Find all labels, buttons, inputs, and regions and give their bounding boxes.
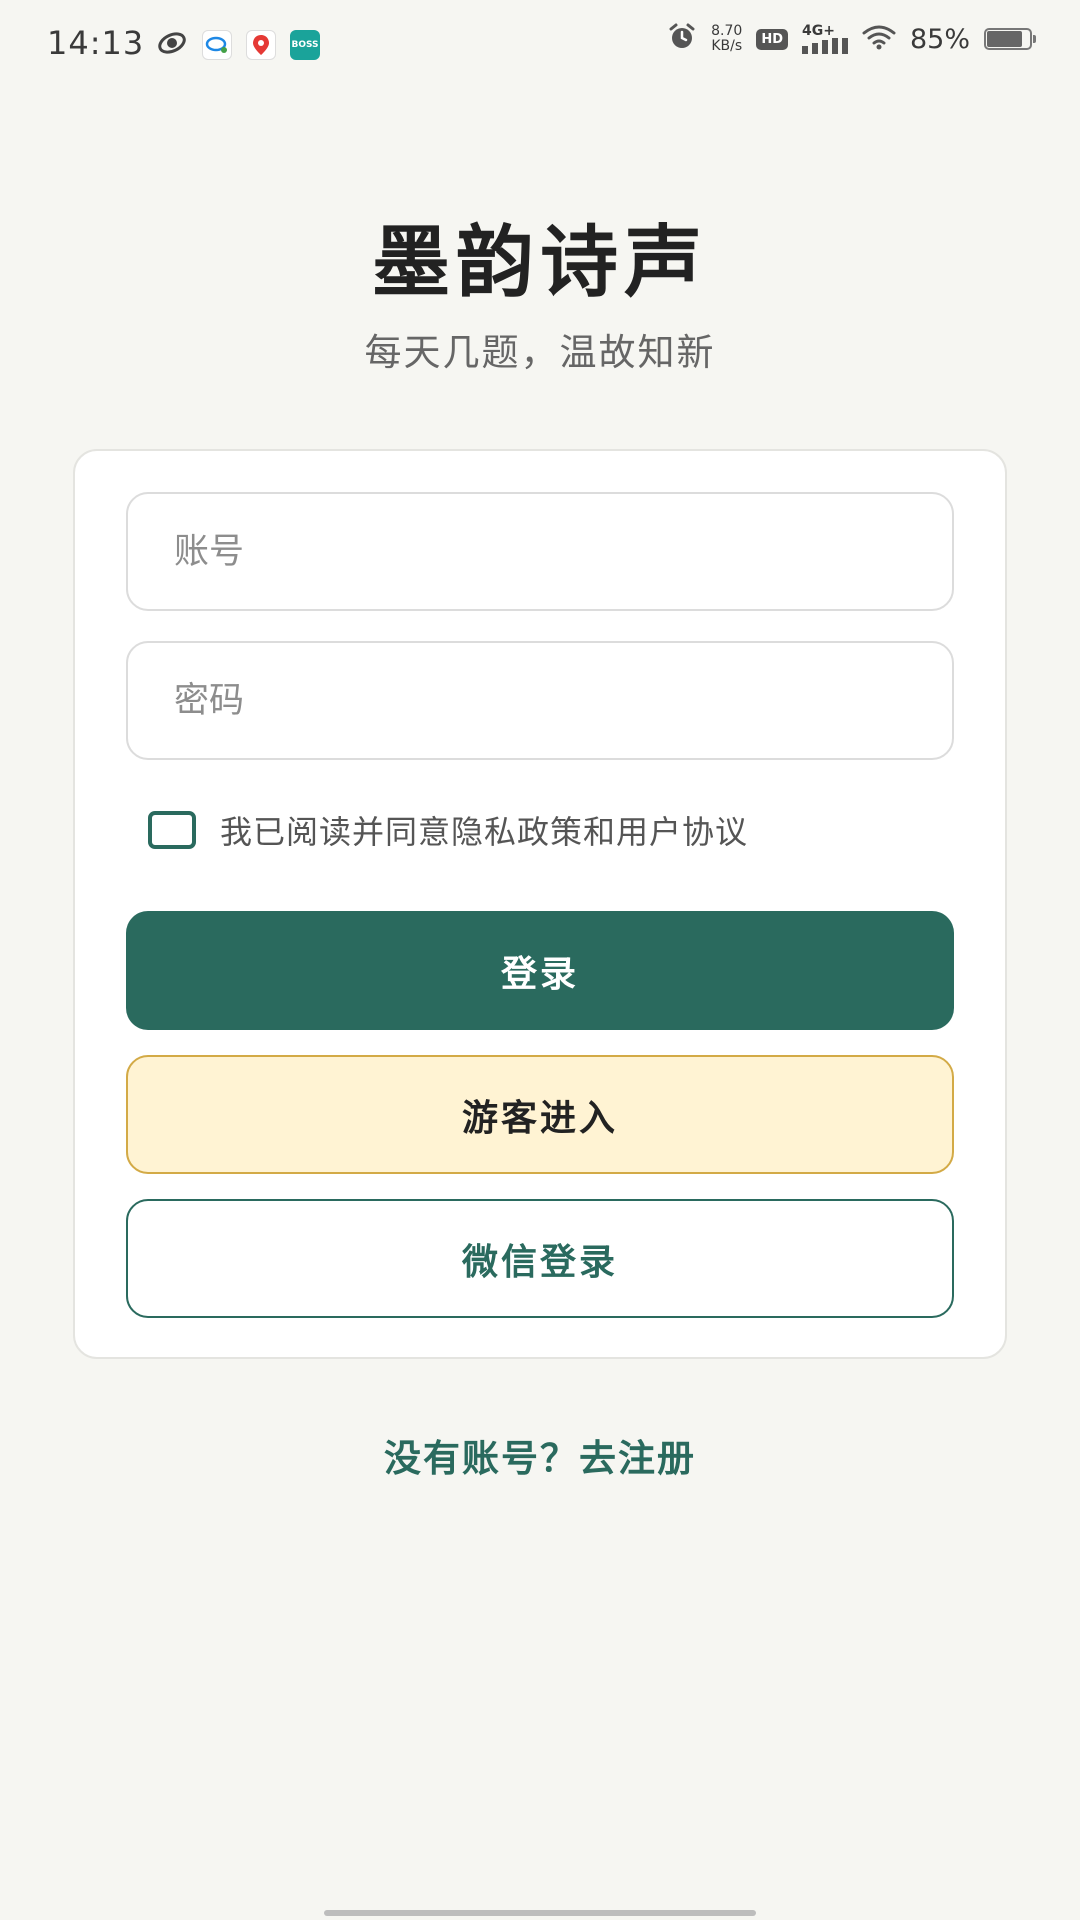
boss-app-icon: BOSS	[290, 30, 320, 60]
guest-button-label: 游客进入	[461, 1097, 618, 1139]
notification-icons: BOSS	[156, 28, 320, 62]
login-button-label: 登录	[500, 953, 579, 995]
network-speed-unit: KB/s	[711, 38, 743, 54]
status-indicators: 8.70 KB/s HD 4G+ 85%	[667, 22, 1036, 56]
wifi-icon	[862, 24, 896, 54]
wechat-button-label: 微信登录	[461, 1241, 618, 1283]
password-field[interactable]	[126, 641, 954, 760]
account-input[interactable]	[128, 494, 952, 609]
signal-icon: 4G+	[801, 23, 848, 54]
login-card: 我已阅读并同意隐私政策和用户协议 登录 游客进入 微信登录	[73, 449, 1007, 1359]
app-subtitle: 每天几题，温故知新	[364, 331, 716, 374]
status-bar: 14:13 BOSS 8.70 KB/s HD 4G+ 85%	[0, 0, 1080, 88]
agreement-row[interactable]: 我已阅读并同意隐私政策和用户协议	[148, 807, 748, 853]
chat-app-icon	[202, 30, 232, 60]
app-title: 墨韵诗声	[371, 218, 708, 308]
status-time: 14:13	[47, 24, 145, 62]
network-type-label: 4G+	[801, 23, 835, 39]
network-speed: 8.70 KB/s	[711, 24, 742, 54]
hd-badge: HD	[756, 28, 788, 50]
map-pin-app-icon	[246, 30, 276, 60]
login-button[interactable]: 登录	[126, 911, 954, 1030]
guest-enter-button[interactable]: 游客进入	[126, 1055, 954, 1174]
battery-level-fill	[987, 31, 1023, 47]
alarm-icon	[667, 22, 697, 56]
boss-app-text: BOSS	[291, 40, 319, 50]
agreement-checkbox[interactable]	[148, 811, 196, 849]
password-input[interactable]	[128, 643, 952, 758]
account-field[interactable]	[126, 492, 954, 611]
network-speed-value: 8.70	[711, 23, 743, 39]
agreement-text[interactable]: 我已阅读并同意隐私政策和用户协议	[220, 807, 748, 853]
battery-percent: 85%	[909, 23, 970, 55]
home-indicator-bar[interactable]	[324, 1910, 756, 1916]
orbit-app-icon	[156, 28, 188, 62]
battery-icon	[984, 28, 1036, 50]
wechat-login-button[interactable]: 微信登录	[126, 1199, 954, 1318]
register-link[interactable]: 没有账号？去注册	[0, 1428, 1080, 1482]
